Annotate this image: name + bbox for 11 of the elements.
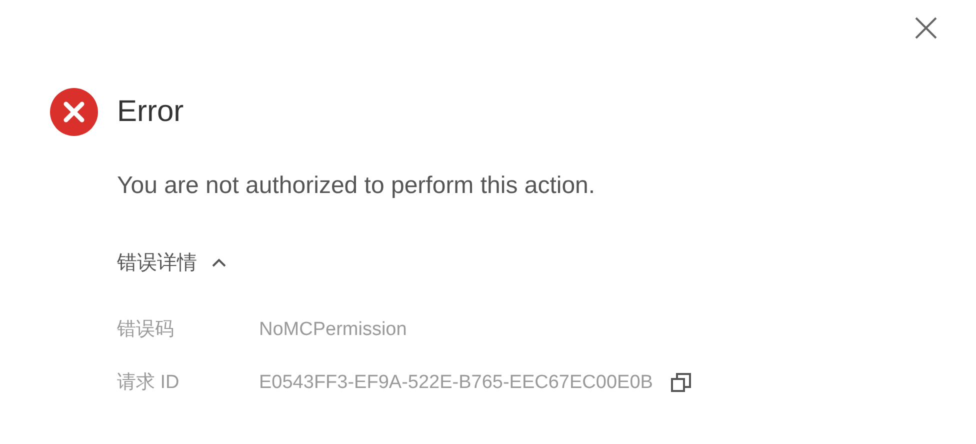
- detail-label: 请求 ID: [117, 370, 180, 394]
- copy-button[interactable]: [668, 370, 693, 395]
- detail-value: E0543FF3-EF9A-522E-B765-EEC67EC00E0B: [259, 370, 653, 394]
- detail-label: 错误码: [117, 318, 175, 342]
- detail-value: NoMCPermission: [259, 318, 407, 342]
- details-toggle[interactable]: 错误详情: [117, 228, 227, 278]
- error-icon: [50, 88, 98, 136]
- close-icon: [914, 16, 938, 40]
- dialog-title: Error: [117, 97, 184, 127]
- error-message: You are not authorized to perform this action.: [117, 171, 596, 201]
- copy-icon: [670, 372, 692, 394]
